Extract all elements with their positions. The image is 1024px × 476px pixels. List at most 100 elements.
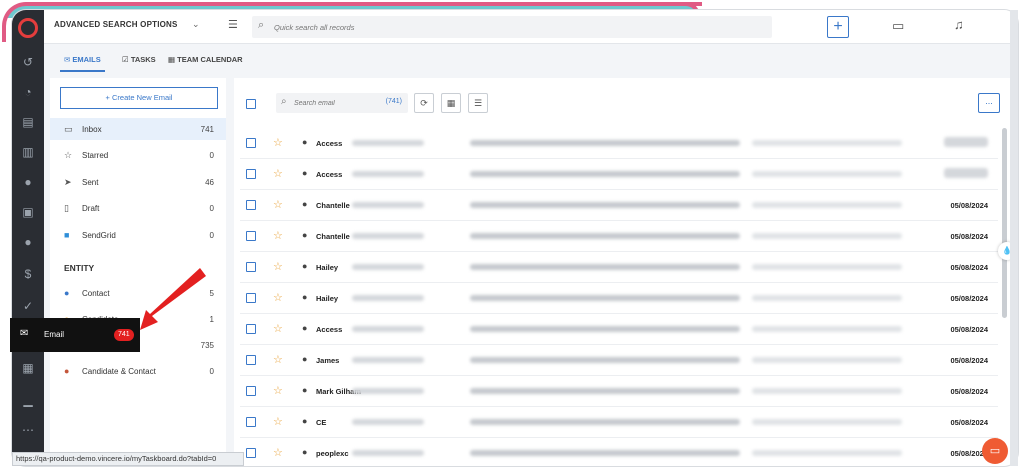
email-date: 05/08/2024 xyxy=(950,232,988,241)
entity-candidate-contact[interactable]: ● Candidate & Contact 0 xyxy=(50,360,226,382)
email-search: ⌕ (741) xyxy=(276,93,408,113)
redacted-text xyxy=(470,326,740,332)
message-icon[interactable]: ▭ xyxy=(892,18,904,34)
bell-icon[interactable]: ♫ xyxy=(954,17,964,32)
star-icon[interactable]: ☆ xyxy=(273,415,283,428)
filter-icon[interactable]: ☰ xyxy=(228,18,238,31)
search-icon: ⌕ xyxy=(258,19,265,31)
add-button[interactable]: + xyxy=(827,16,849,38)
email-list-panel: ⌕ (741) ⟳ ▦ ☰ ... ☆ ● Access ☆ ● Access ☆ ● Chan… xyxy=(234,78,1010,466)
calendar-filter-button[interactable]: ▦ xyxy=(441,93,461,113)
select-all-checkbox[interactable] xyxy=(246,99,256,109)
more-icon[interactable]: ⋯ xyxy=(20,422,36,438)
redacted-text xyxy=(752,140,902,146)
redacted-text xyxy=(470,202,740,208)
folder-starred[interactable]: ☆ Starred 0 xyxy=(50,144,226,166)
contacts-icon[interactable]: ● xyxy=(20,174,36,190)
sender-name: Access xyxy=(316,170,343,179)
calendar-icon[interactable]: ▦ xyxy=(20,360,36,376)
quick-search: ⌕ xyxy=(252,16,772,38)
table-row[interactable]: ☆ ● Access xyxy=(240,128,998,159)
star-icon[interactable]: ☆ xyxy=(273,322,283,335)
table-row[interactable]: ☆ ● James 05/08/2024 xyxy=(240,345,998,376)
table-row[interactable]: ☆ ● Hailey 05/08/2024 xyxy=(240,252,998,283)
star-icon[interactable]: ☆ xyxy=(273,446,283,459)
reports-icon[interactable]: ▁ xyxy=(20,392,36,408)
star-icon[interactable]: ☆ xyxy=(273,353,283,366)
person-icon: ● xyxy=(302,168,308,178)
redacted-text xyxy=(352,140,424,146)
tasks-icon[interactable]: ▤ xyxy=(20,114,36,130)
row-checkbox[interactable] xyxy=(246,324,256,334)
redacted-text xyxy=(352,202,424,208)
mail-icon: ✉ xyxy=(20,328,29,339)
redacted-text xyxy=(352,233,424,239)
row-checkbox[interactable] xyxy=(246,448,256,458)
folder-label: Sent xyxy=(82,178,99,187)
row-checkbox[interactable] xyxy=(246,386,256,396)
chat-button[interactable]: ▭ xyxy=(982,438,1008,464)
email-search-input[interactable] xyxy=(294,96,374,110)
redacted-text xyxy=(752,357,902,363)
row-checkbox[interactable] xyxy=(246,169,256,179)
dashboard-icon[interactable]: ◔ xyxy=(20,84,36,100)
star-icon[interactable]: ☆ xyxy=(273,384,283,397)
chevron-down-icon[interactable]: ⌄ xyxy=(192,19,200,30)
candidates-icon[interactable]: ● xyxy=(20,234,36,250)
check-circle-icon[interactable]: ✓ xyxy=(20,298,36,314)
refresh-button[interactable]: ⟳ xyxy=(414,93,434,113)
row-checkbox[interactable] xyxy=(246,417,256,427)
table-row[interactable]: ☆ ● Mark Gilham 05/08/2024 xyxy=(240,376,998,407)
table-row[interactable]: ☆ ● Chantelle 05/08/2024 xyxy=(240,221,998,252)
redacted-text xyxy=(752,202,902,208)
dollar-icon[interactable]: $ xyxy=(20,266,36,282)
entity-heading: ENTITY xyxy=(64,263,95,273)
row-checkbox[interactable] xyxy=(246,138,256,148)
row-checkbox[interactable] xyxy=(246,355,256,365)
entity-label: Candidate & Contact xyxy=(82,367,156,376)
more-options-button[interactable]: ... xyxy=(978,93,1000,113)
sender-name: James xyxy=(316,356,340,365)
tab-emails[interactable]: ✉ EMAILS xyxy=(60,55,105,72)
briefcase-icon[interactable]: ▣ xyxy=(20,204,36,220)
row-checkbox[interactable] xyxy=(246,200,256,210)
unread-badge: 741 xyxy=(114,329,134,341)
star-icon[interactable]: ☆ xyxy=(273,198,283,211)
entity-contact[interactable]: ● Contact 5 xyxy=(50,282,226,304)
redacted-text xyxy=(752,388,902,394)
table-row[interactable]: ☆ ● CE 05/08/2024 xyxy=(240,407,998,438)
tab-emails-label: EMAILS xyxy=(72,55,101,64)
star-icon[interactable]: ☆ xyxy=(273,291,283,304)
table-row[interactable]: ☆ ● Access xyxy=(240,159,998,190)
star-icon[interactable]: ☆ xyxy=(273,136,283,149)
filter-button[interactable]: ☰ xyxy=(468,93,488,113)
create-new-email-button[interactable]: + Create New Email xyxy=(60,87,218,109)
row-checkbox[interactable] xyxy=(246,293,256,303)
table-row[interactable]: ☆ ● Hailey 05/08/2024 xyxy=(240,283,998,314)
row-checkbox[interactable] xyxy=(246,262,256,272)
person-icon: ● xyxy=(302,261,308,271)
app-logo[interactable] xyxy=(18,18,38,38)
sidebar-email-tooltip[interactable]: ✉ Email 741 xyxy=(10,318,140,352)
tab-team-calendar[interactable]: ▦ TEAM CALENDAR xyxy=(168,55,243,64)
table-row[interactable]: ☆ ● Access 05/08/2024 xyxy=(240,314,998,345)
folder-sent[interactable]: ➤ Sent 46 xyxy=(50,171,226,193)
star-icon[interactable]: ☆ xyxy=(273,229,283,242)
folder-inbox[interactable]: ▭ Inbox 741 xyxy=(50,118,226,140)
document-icon[interactable]: ▥ xyxy=(20,144,36,160)
history-icon[interactable]: ↺ xyxy=(20,54,36,70)
redacted-text xyxy=(752,264,902,270)
page-scrollbar[interactable] xyxy=(1010,10,1018,466)
table-row[interactable]: ☆ ● peoplexc 05/08/2024 xyxy=(240,438,998,466)
folder-draft[interactable]: ▯ Draft 0 xyxy=(50,197,226,219)
tab-tasks[interactable]: ☑ TASKS xyxy=(122,55,156,64)
row-checkbox[interactable] xyxy=(246,231,256,241)
table-row[interactable]: ☆ ● Chantelle 05/08/2024 xyxy=(240,190,998,221)
star-icon[interactable]: ☆ xyxy=(273,167,283,180)
quick-search-input[interactable] xyxy=(274,19,754,35)
redacted-text xyxy=(752,295,902,301)
advanced-search-dropdown[interactable]: ADVANCED SEARCH OPTIONS xyxy=(54,20,178,29)
star-icon[interactable]: ☆ xyxy=(273,260,283,273)
scrollbar[interactable] xyxy=(1002,128,1007,318)
folder-sendgrid[interactable]: ■ SendGrid 0 xyxy=(50,224,226,246)
